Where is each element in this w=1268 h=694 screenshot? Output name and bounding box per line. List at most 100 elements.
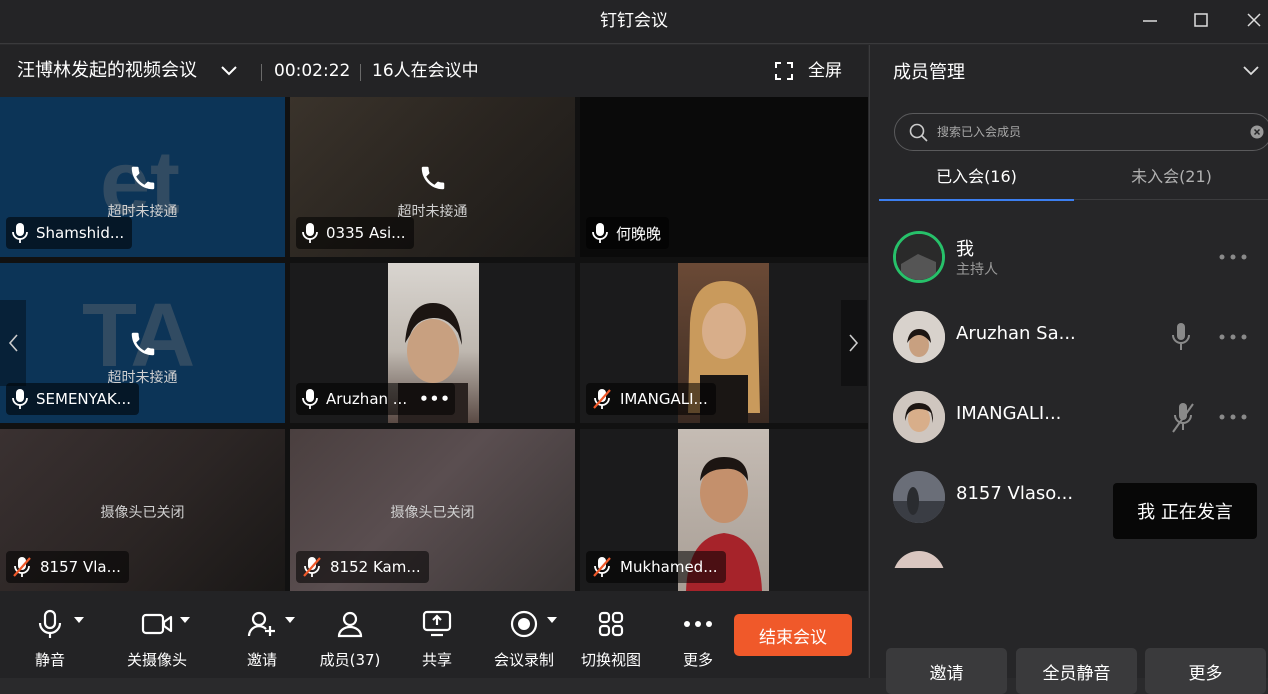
maximize-icon bbox=[1194, 13, 1208, 27]
divider bbox=[360, 64, 361, 81]
caret-down-icon[interactable] bbox=[285, 617, 295, 623]
member-item[interactable]: 我 主持人 bbox=[870, 231, 1268, 311]
invite-label: 邀请 bbox=[246, 651, 277, 669]
participant-tag: IMANGALI... bbox=[586, 383, 716, 415]
participant-name: IMANGALI... bbox=[620, 390, 708, 408]
microphone-muted-icon bbox=[303, 557, 321, 577]
participant-name: Mukhamed... bbox=[620, 558, 718, 576]
video-tile[interactable]: Mukhamed... bbox=[580, 429, 868, 591]
meeting-info-bar: 汪博林发起的视频会议 00:02:22 16人在会议中 全屏 bbox=[0, 45, 868, 97]
video-tile[interactable]: 摄像头已关闭 8152 Kam... bbox=[290, 429, 575, 591]
fullscreen-icon[interactable] bbox=[775, 62, 793, 80]
next-page-button[interactable] bbox=[841, 300, 867, 386]
avatar-image bbox=[893, 311, 945, 363]
member-name: IMANGALI... bbox=[956, 403, 1062, 424]
close-button[interactable] bbox=[1230, 0, 1268, 40]
record-button[interactable]: 会议录制 bbox=[490, 591, 558, 678]
share-label: 共享 bbox=[421, 651, 452, 669]
member-item[interactable]: IMANGALI... bbox=[870, 391, 1268, 471]
chevron-down-icon[interactable] bbox=[1242, 65, 1260, 77]
meeting-title[interactable]: 汪博林发起的视频会议 bbox=[17, 45, 197, 97]
microphone-muted-icon[interactable] bbox=[1170, 401, 1196, 435]
tab-joined[interactable]: 已入会(16) bbox=[879, 157, 1074, 201]
video-tile[interactable]: TA 超时未接通 SEMENYAK... bbox=[0, 263, 285, 423]
participant-tag: 何晚晚 bbox=[586, 217, 670, 249]
clear-icon[interactable] bbox=[1250, 125, 1264, 139]
participant-name: Shamshid... bbox=[36, 224, 125, 242]
camera-button[interactable]: 关摄像头 bbox=[120, 591, 194, 678]
caret-down-icon[interactable] bbox=[547, 617, 557, 623]
member-item[interactable]: Aruzhan Sa... bbox=[870, 311, 1268, 391]
end-meeting-button[interactable]: 结束会议 bbox=[734, 614, 852, 656]
camera-icon bbox=[141, 613, 173, 635]
grid-view-icon bbox=[598, 611, 624, 637]
avatar bbox=[893, 471, 945, 523]
camera-label: 关摄像头 bbox=[126, 651, 187, 669]
mute-all-button[interactable]: 全员静音 bbox=[1016, 648, 1137, 694]
invite-button[interactable]: 邀请 bbox=[242, 591, 282, 678]
video-tile[interactable]: 何晚晚 bbox=[580, 97, 868, 257]
caret-down-icon[interactable] bbox=[74, 617, 84, 623]
participant-tag: Aruzhan ... ••• bbox=[296, 383, 455, 415]
previous-page-button[interactable] bbox=[0, 300, 26, 386]
members-button[interactable]: 成员(37) bbox=[313, 591, 387, 678]
members-label: 成员(37) bbox=[319, 651, 381, 669]
avatar bbox=[893, 231, 945, 283]
tile-more-button[interactable]: ••• bbox=[419, 390, 451, 408]
participant-count: 16人在会议中 bbox=[372, 61, 479, 81]
participant-name: 8152 Kam... bbox=[330, 558, 421, 576]
more-label: 更多 bbox=[682, 651, 713, 669]
camera-status: 摄像头已关闭 bbox=[390, 505, 475, 521]
avatar bbox=[893, 311, 945, 363]
minimize-icon bbox=[1143, 20, 1157, 22]
minimize-button[interactable] bbox=[1126, 0, 1174, 40]
chevron-down-icon[interactable] bbox=[219, 63, 239, 79]
panel-invite-button[interactable]: 邀请 bbox=[886, 648, 1007, 694]
participant-tag: Mukhamed... bbox=[586, 551, 726, 583]
share-button[interactable]: 共享 bbox=[417, 591, 457, 678]
participant-name: 8157 Vla... bbox=[40, 558, 121, 576]
video-tile[interactable]: IMANGALI... bbox=[580, 263, 868, 423]
maximize-button[interactable] bbox=[1177, 0, 1225, 40]
more-icon[interactable] bbox=[1218, 253, 1248, 261]
mute-button[interactable]: 静音 bbox=[30, 591, 70, 678]
more-icon bbox=[684, 621, 712, 627]
participant-name: Aruzhan ... bbox=[326, 390, 408, 408]
fullscreen-button[interactable]: 全屏 bbox=[808, 45, 842, 97]
member-role: 主持人 bbox=[956, 262, 998, 278]
participant-tag: 0335 Asi... bbox=[296, 217, 414, 249]
close-icon bbox=[1247, 13, 1261, 27]
caret-down-icon[interactable] bbox=[180, 617, 190, 623]
mute-label: 静音 bbox=[34, 651, 65, 669]
participant-tag: Shamshid... bbox=[6, 217, 133, 249]
microphone-icon bbox=[38, 609, 62, 638]
video-tile[interactable]: Aruzhan ... ••• bbox=[290, 263, 575, 423]
video-tile[interactable]: 摄像头已关闭 8157 Vla... bbox=[0, 429, 285, 591]
member-item[interactable] bbox=[870, 551, 1268, 568]
switch-view-button[interactable]: 切换视图 bbox=[577, 591, 645, 678]
tab-not-joined[interactable]: 未入会(21) bbox=[1074, 157, 1268, 200]
member-search bbox=[894, 113, 1268, 151]
phone-icon bbox=[131, 332, 154, 356]
participant-name: SEMENYAK... bbox=[36, 390, 132, 408]
microphone-icon bbox=[302, 389, 318, 409]
members-icon bbox=[337, 611, 363, 638]
microphone-muted-icon bbox=[13, 557, 31, 577]
participant-tag: SEMENYAK... bbox=[6, 383, 140, 415]
meeting-timer: 00:02:22 bbox=[274, 61, 351, 81]
microphone-icon[interactable] bbox=[1170, 321, 1192, 353]
search-input[interactable] bbox=[935, 122, 1235, 142]
more-icon[interactable] bbox=[1218, 413, 1248, 421]
title-bar: 钉钉会议 bbox=[0, 0, 1268, 44]
record-label: 会议录制 bbox=[493, 651, 554, 669]
phone-icon bbox=[421, 166, 444, 190]
more-button[interactable]: 更多 bbox=[678, 591, 718, 678]
avatar bbox=[893, 551, 945, 568]
window-title: 钉钉会议 bbox=[600, 11, 668, 31]
microphone-muted-icon bbox=[593, 389, 611, 409]
more-icon[interactable] bbox=[1218, 333, 1248, 341]
video-tile[interactable]: et 超时未接通 Shamshid... bbox=[0, 97, 285, 257]
screen-share-icon bbox=[422, 610, 452, 637]
video-tile[interactable]: 超时未接通 0335 Asi... bbox=[290, 97, 575, 257]
panel-more-button[interactable]: 更多 bbox=[1145, 648, 1266, 694]
